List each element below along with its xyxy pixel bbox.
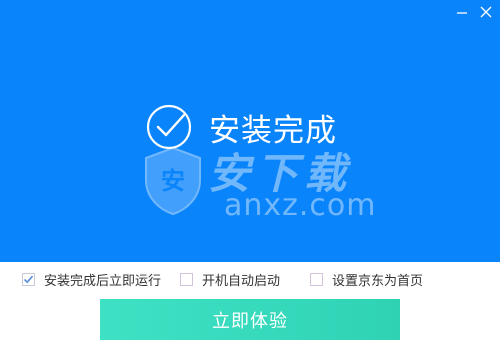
options-row: 安装完成后立即运行 开机自动启动 设置京东为首页 xyxy=(0,270,500,294)
close-icon xyxy=(480,6,492,18)
shield-logo-icon: 安 xyxy=(145,146,201,216)
option-label: 安装完成后立即运行 xyxy=(44,274,162,289)
minimize-button[interactable] xyxy=(452,2,472,22)
option-autostart[interactable]: 开机自动启动 xyxy=(180,270,280,289)
watermark-logo: 安 安下载 anxz.com xyxy=(142,138,376,230)
option-run-after-install[interactable]: 安装完成后立即运行 xyxy=(22,270,161,289)
option-set-homepage[interactable]: 设置京东为首页 xyxy=(310,270,423,289)
option-label: 开机自动启动 xyxy=(202,274,281,289)
watermark-english-text: anxz.com xyxy=(224,188,377,223)
minimize-icon xyxy=(457,12,467,14)
try-now-button[interactable]: 立即体验 xyxy=(100,299,400,340)
autostart-checkbox[interactable] xyxy=(180,273,193,286)
close-button[interactable] xyxy=(476,2,496,22)
checkmark-icon xyxy=(23,275,34,284)
set-homepage-checkbox[interactable] xyxy=(310,273,323,286)
watermark-badge-text: 安 xyxy=(161,167,185,195)
header-panel: 安装完成 安 安下载 anxz.com xyxy=(0,0,500,262)
option-label: 设置京东为首页 xyxy=(332,274,424,289)
run-after-install-checkbox[interactable] xyxy=(22,273,35,286)
